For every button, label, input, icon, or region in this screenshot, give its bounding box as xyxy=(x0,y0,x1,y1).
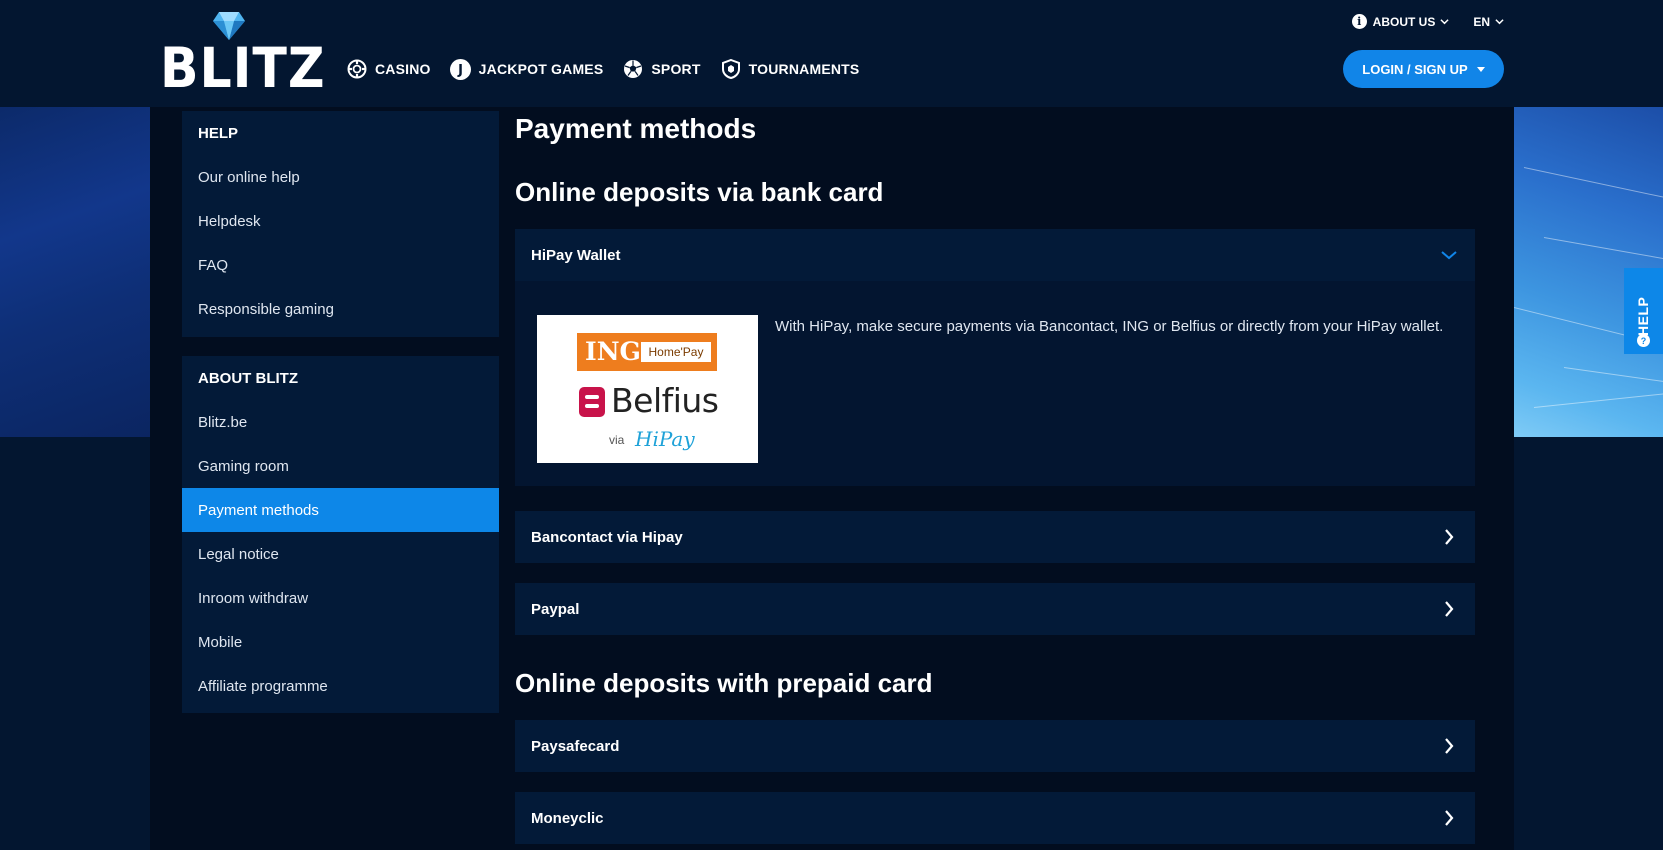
nav-item-casino[interactable]: CASINO xyxy=(346,58,431,80)
sidebar-item-affiliate-programme[interactable]: Affiliate programme xyxy=(182,664,499,708)
about-us-dropdown[interactable]: i ABOUT US xyxy=(1351,14,1450,29)
chevron-down-icon xyxy=(1441,251,1457,260)
nav-label: CASINO xyxy=(375,61,431,77)
sidebar-item-mobile[interactable]: Mobile xyxy=(182,620,499,664)
nav-label: TOURNAMENTS xyxy=(748,61,860,77)
main-nav: CASINO J JACKPOT GAMES SPORT TOURNAMENTS xyxy=(346,56,878,82)
info-icon: i xyxy=(1351,14,1367,29)
nav-item-jackpot-games[interactable]: J JACKPOT GAMES xyxy=(450,58,604,80)
nav-label: JACKPOT GAMES xyxy=(478,61,604,77)
chevron-right-icon xyxy=(1445,810,1454,826)
accordion-panel-hipay-wallet: ING Home'Pay Belfius via HiPay With HiPa… xyxy=(515,281,1475,486)
language-label: EN xyxy=(1473,14,1490,29)
jackpot-j-icon: J xyxy=(450,58,472,80)
blitz-logo[interactable]: BLITZ xyxy=(160,12,326,100)
sidebar-heading-help: HELP xyxy=(198,124,239,142)
help-side-tab[interactable]: HELP ? xyxy=(1624,268,1663,354)
sidebar-item-payment-methods[interactable]: Payment methods xyxy=(182,488,499,532)
chevron-down-icon xyxy=(1440,19,1449,25)
accordion-label: HiPay Wallet xyxy=(531,246,621,264)
page-title: Payment methods xyxy=(515,113,757,144)
accordion-moneyclic[interactable]: Moneyclic xyxy=(515,792,1475,844)
accordion-bancontact-via-hipay[interactable]: Bancontact via Hipay xyxy=(515,511,1475,563)
accordion-hipay-wallet[interactable]: HiPay Wallet xyxy=(515,229,1475,281)
chevron-down-icon xyxy=(1495,19,1504,25)
about-us-label: ABOUT US xyxy=(1372,14,1436,29)
homepay-logo-text: Home'Pay xyxy=(641,342,711,362)
sidebar-help-group: HELP Our online help Helpdesk FAQ Respon… xyxy=(182,111,499,337)
accordion-paypal[interactable]: Paypal xyxy=(515,583,1475,635)
language-dropdown[interactable]: EN xyxy=(1473,15,1504,29)
chevron-right-icon xyxy=(1445,601,1454,617)
accordion-label: Bancontact via Hipay xyxy=(531,528,683,546)
chevron-right-icon xyxy=(1445,529,1454,545)
ing-homepay-badge: ING Home'Pay xyxy=(577,333,717,371)
sidebar-item-responsible-gaming[interactable]: Responsible gaming xyxy=(182,287,499,331)
hipay-logo-text: HiPay xyxy=(635,427,695,451)
logo-wordmark: BLITZ xyxy=(160,36,326,100)
nav-label: SPORT xyxy=(651,61,701,77)
sidebar-item-inroom-withdraw[interactable]: Inroom withdraw xyxy=(182,576,499,620)
hipay-description: With HiPay, make secure payments via Ban… xyxy=(775,318,1444,335)
accordion-label: Paysafecard xyxy=(531,737,620,755)
sidebar-item-legal-notice[interactable]: Legal notice xyxy=(182,532,499,576)
svg-text:J: J xyxy=(457,63,463,78)
soccer-ball-icon xyxy=(622,58,644,80)
via-text: via xyxy=(609,433,625,447)
sidebar-heading-about: ABOUT BLITZ xyxy=(198,369,298,387)
sidebar-item-blitz-be[interactable]: Blitz.be xyxy=(182,400,499,444)
accordion-label: Moneyclic xyxy=(531,809,604,827)
nav-item-sport[interactable]: SPORT xyxy=(622,58,700,80)
section-title-bank-card: Online deposits via bank card xyxy=(515,177,884,207)
question-icon: ? xyxy=(1637,334,1650,347)
sidebar-item-our-online-help[interactable]: Our online help xyxy=(182,155,499,199)
shield-badge-icon xyxy=(720,58,742,80)
sidebar-item-helpdesk[interactable]: Helpdesk xyxy=(182,199,499,243)
sidebar-item-gaming-room[interactable]: Gaming room xyxy=(182,444,499,488)
belfius-logo-text: Belfius xyxy=(611,381,719,420)
belfius-icon xyxy=(579,387,605,417)
nav-item-tournaments[interactable]: TOURNAMENTS xyxy=(720,58,860,80)
site-header: BLITZ CASINO J JACKPOT GAMES SPORT TOURN… xyxy=(0,0,1663,107)
accordion-label: Paypal xyxy=(531,600,580,618)
help-tab-label: HELP xyxy=(1635,296,1651,336)
background-decor-left xyxy=(0,107,150,437)
sidebar-item-faq[interactable]: FAQ xyxy=(182,243,499,287)
hipay-payment-logo: ING Home'Pay Belfius via HiPay xyxy=(537,315,758,463)
accordion-paysafecard[interactable]: Paysafecard xyxy=(515,720,1475,772)
login-signup-label: LOGIN / SIGN UP xyxy=(1362,61,1468,77)
casino-chip-icon xyxy=(346,58,368,80)
section-title-prepaid-card: Online deposits with prepaid card xyxy=(515,668,933,698)
top-links: i ABOUT US EN xyxy=(1328,14,1504,29)
login-signup-button[interactable]: LOGIN / SIGN UP xyxy=(1343,50,1504,88)
sidebar-about-group: ABOUT BLITZ Blitz.be Gaming room Payment… xyxy=(182,356,499,713)
ing-logo-text: ING xyxy=(585,337,641,366)
chevron-right-icon xyxy=(1445,738,1454,754)
caret-down-icon xyxy=(1476,66,1485,72)
